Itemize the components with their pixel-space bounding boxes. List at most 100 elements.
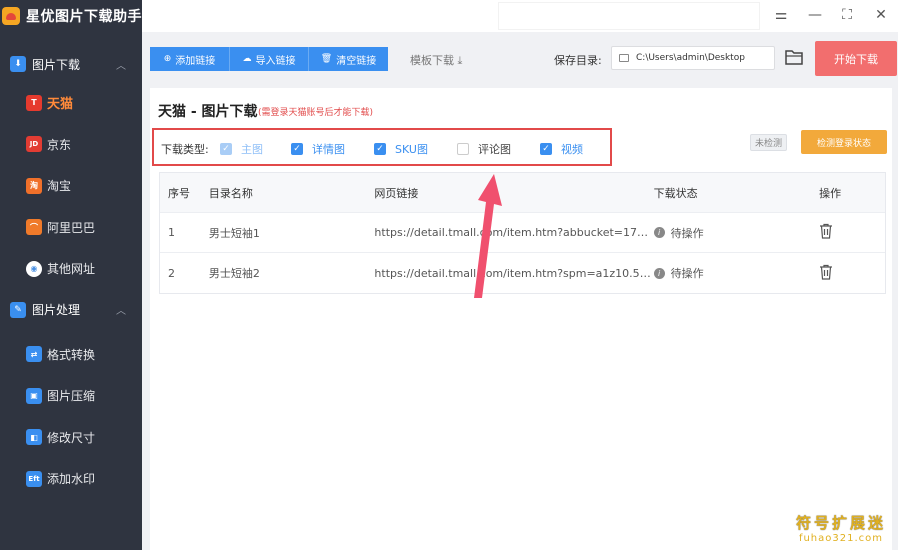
sidebar-item-tmall[interactable]: T 天猫 (0, 82, 142, 124)
main-area: ⚌ — ⛶ ✕ ⊕ 添加链接 ☁ 导入链接 🗑 清空链接 模板下载 ⤓ 保存目录… (142, 0, 898, 550)
image-download-icon: ⬇ (10, 56, 26, 72)
login-status-badge: 未检测 (750, 134, 788, 151)
start-download-button[interactable]: 开始下载 (815, 41, 897, 76)
type-checkbox-sku[interactable]: ✓ SKU图 (374, 141, 428, 157)
row-status: i 待操作 (653, 225, 820, 241)
taobao-icon: 淘 (26, 177, 42, 194)
import-link-button[interactable]: ☁ 导入链接 (230, 47, 309, 71)
type-checkbox-main[interactable]: ✓ 主图 (220, 141, 263, 157)
type-checkbox-detail[interactable]: ✓ 详情图 (291, 141, 345, 157)
sidebar: 星优图片下载助手 ⬇ 图片下载 ︿ T 天猫 JD 京东 淘 淘宝 ⌒ 阿里巴巴… (0, 0, 142, 550)
header-name: 目录名称 (208, 186, 253, 200)
jd-icon: JD (26, 136, 42, 153)
save-dir-label: 保存目录: (554, 54, 602, 67)
table-header: 序号 目录名称 网页链接 下载状态 操作 (160, 173, 885, 213)
type-checkbox-video[interactable]: ✓ 视频 (540, 141, 583, 157)
sidebar-item-label: 天猫 (47, 97, 74, 113)
app-header: 星优图片下载助手 (0, 0, 142, 32)
section-image-download[interactable]: ⬇ 图片下载 ︿ (0, 46, 142, 82)
checkbox-checked-icon: ✓ (540, 143, 552, 155)
section-label: 图片处理 (32, 303, 81, 317)
template-download-link[interactable]: 模板下载 ⤓ (410, 52, 462, 68)
sidebar-item-label: 图片压缩 (47, 389, 96, 404)
sidebar-item-alibaba[interactable]: ⌒ 阿里巴巴 (0, 207, 142, 249)
checkbox-label: 主图 (241, 143, 263, 156)
checkbox-checked-icon: ✓ (291, 143, 303, 155)
annotation-arrow (474, 174, 502, 298)
link-table: 序号 目录名称 网页链接 下载状态 操作 1 男士短袖1 https://det… (159, 172, 886, 294)
app-logo-icon (2, 7, 20, 25)
import-link-label: 导入链接 (255, 55, 296, 67)
title-blank-area (498, 2, 760, 30)
chevron-up-icon: ︿ (116, 60, 126, 72)
settings-sliders-icon[interactable]: ⚌ (772, 6, 790, 24)
watermark-text: 符号扩展迷 (795, 514, 886, 532)
minimize-icon[interactable]: — (806, 6, 824, 24)
add-link-button[interactable]: ⊕ 添加链接 (150, 47, 230, 71)
info-icon: i (653, 227, 665, 238)
cloud-upload-icon: ☁ (242, 54, 252, 64)
checkbox-label: 详情图 (312, 143, 345, 156)
sidebar-item-label: 淘宝 (47, 179, 72, 194)
row-url: https://detail.tmall.com/item.htm?spm=a1… (374, 266, 654, 280)
tmall-icon: T (26, 94, 42, 111)
sidebar-item-resize[interactable]: ◧ 修改尺寸 (0, 417, 142, 459)
checkbox-checked-icon: ✓ (220, 143, 232, 155)
watermark-url: fuhao321.com (798, 533, 884, 544)
row-status-text: 待操作 (670, 267, 704, 280)
row-name: 男士短袖2 (208, 267, 260, 280)
add-link-label: 添加链接 (175, 55, 216, 67)
trash-icon: 🗑 (320, 54, 333, 64)
checkbox-label: 视频 (561, 143, 583, 156)
sidebar-item-format-convert[interactable]: ⇄ 格式转换 (0, 334, 142, 376)
maximize-icon[interactable]: ⛶ (838, 6, 856, 24)
sidebar-item-compress[interactable]: ▣ 图片压缩 (0, 375, 142, 417)
sidebar-item-jd[interactable]: JD 京东 (0, 124, 142, 166)
header-status: 下载状态 (653, 186, 698, 200)
clear-link-label: 清空链接 (336, 55, 377, 67)
sidebar-item-label: 添加水印 (47, 472, 96, 487)
check-login-button[interactable]: 检测登录状态 (801, 130, 887, 154)
section-image-process[interactable]: ✎ 图片处理 ︿ (0, 292, 142, 328)
image-process-icon: ✎ (10, 301, 26, 318)
app-title: 星优图片下载助手 (26, 9, 142, 25)
row-status-text: 待操作 (670, 226, 704, 240)
clear-link-button[interactable]: 🗑 清空链接 (309, 47, 388, 71)
sidebar-item-watermark[interactable]: Eft 添加水印 (0, 458, 142, 500)
row-index: 1 (168, 226, 175, 239)
sidebar-item-taobao[interactable]: 淘 淘宝 (0, 165, 142, 207)
row-action (819, 223, 885, 242)
header-action: 操作 (819, 186, 842, 200)
checkbox-label: SKU图 (395, 143, 428, 156)
info-icon: i (653, 267, 665, 279)
delete-row-icon[interactable] (819, 264, 833, 280)
download-type-group: 下载类型: ✓ 主图 ✓ 详情图 ✓ SKU图 评论图 ✓ 视频 (152, 128, 612, 166)
chevron-up-icon: ︿ (116, 306, 126, 317)
chrome-icon: ◉ (26, 260, 42, 277)
section-label: 图片下载 (32, 57, 81, 72)
sidebar-item-label: 格式转换 (47, 347, 96, 362)
sidebar-item-label: 阿里巴巴 (47, 220, 96, 235)
sidebar-item-other[interactable]: ◉ 其他网址 (0, 248, 142, 290)
row-name: 男士短袖1 (208, 226, 260, 240)
type-checkbox-review[interactable]: 评论图 (457, 141, 511, 157)
content-panel: 天猫 - 图片下载 (需登录天猫账号后才能下载) 下载类型: ✓ 主图 ✓ 详情… (150, 88, 892, 550)
login-note: (需登录天猫账号后才能下载) (258, 108, 374, 118)
sidebar-item-label: 修改尺寸 (47, 430, 96, 445)
delete-row-icon[interactable] (819, 223, 833, 239)
row-url: https://detail.tmall.com/item.htm?abbuck… (374, 226, 654, 239)
open-folder-icon[interactable] (784, 48, 804, 66)
sidebar-item-label: 其他网址 (47, 262, 96, 277)
format-convert-icon: ⇄ (26, 346, 42, 363)
save-dir-field[interactable]: C:\Users\admin\Desktop (611, 46, 775, 70)
watermark: 符号扩展迷 fuhao321.com (796, 512, 886, 544)
window-title-bar: ⚌ — ⛶ ✕ (142, 0, 898, 32)
table-row[interactable]: 2 男士短袖2 https://detail.tmall.com/item.ht… (160, 253, 885, 293)
row-status: i 待操作 (653, 265, 820, 281)
close-icon[interactable]: ✕ (872, 6, 890, 24)
page-title: 天猫 - 图片下载 (158, 104, 258, 120)
header-index: 序号 (168, 186, 190, 200)
table-row[interactable]: 1 男士短袖1 https://detail.tmall.com/item.ht… (160, 213, 885, 253)
checkbox-unchecked-icon (457, 143, 469, 155)
link-button-group: ⊕ 添加链接 ☁ 导入链接 🗑 清空链接 (150, 47, 388, 71)
